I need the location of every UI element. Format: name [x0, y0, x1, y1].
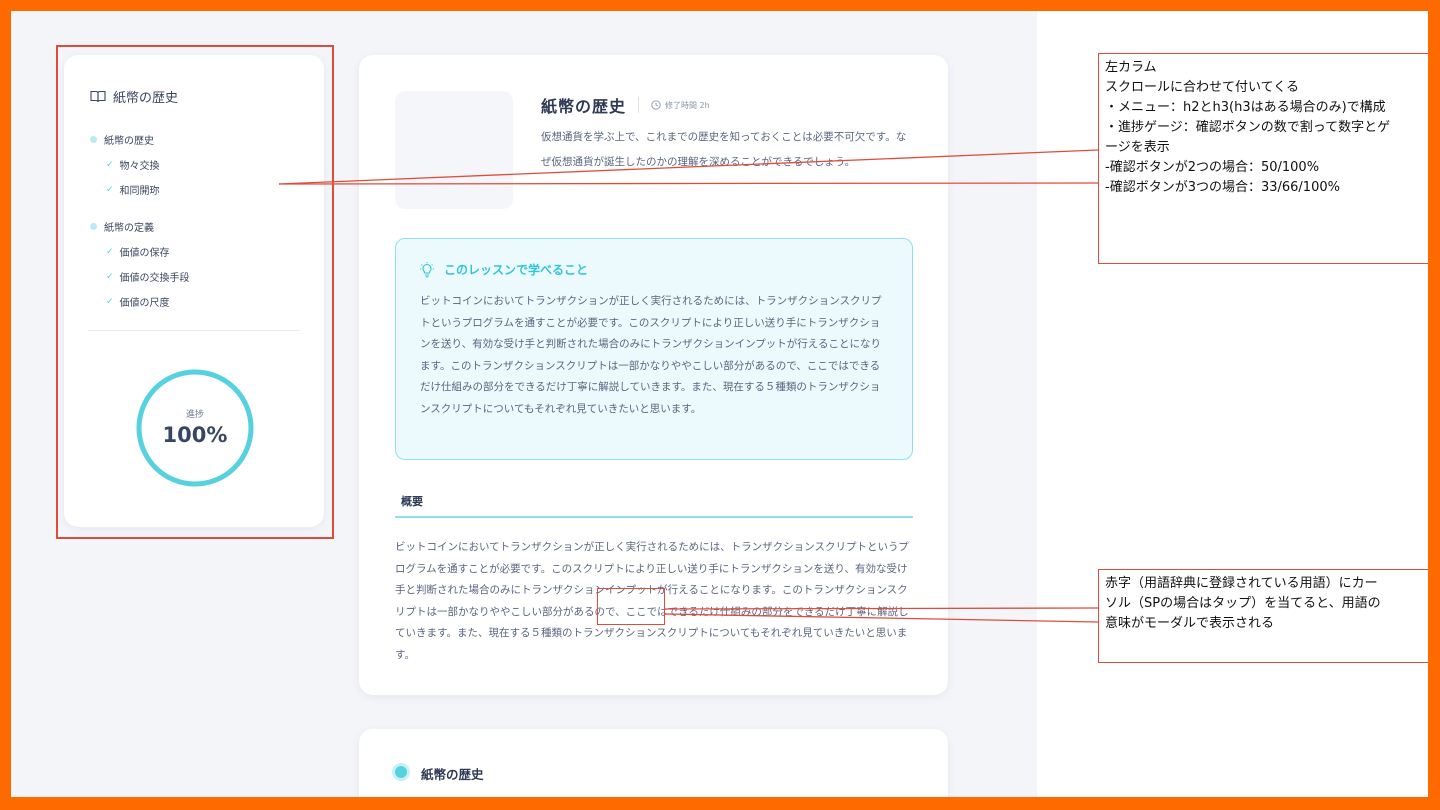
- next-section-card: 紙幣の歴史: [359, 729, 948, 797]
- overview-heading: 概要: [395, 485, 913, 518]
- page-area: 紙幣の歴史 紙幣の歴史 ✓ 物々交換 ✓ 和同開珎 紙幣の定義 ✓ 価値の保存 …: [11, 11, 1037, 797]
- annotation-line: スクロールに合わせて付いてくる: [1105, 80, 1299, 95]
- annotation-line: -確認ボタンが3つの場合：33/66/100%: [1105, 180, 1340, 195]
- learn-box-text: ビットコインにおいてトランザクションが正しく実行されるためには、トランザクション…: [420, 295, 882, 415]
- completion-time: 修了時間 2h: [665, 100, 710, 110]
- header-separator: [638, 97, 640, 113]
- lesson-description: 仮想通貨を学ぶ上で、これまでの歴史を知っておくことは必要不可欠です。なぜ仮想通貨…: [541, 131, 907, 168]
- lightbulb-icon: [420, 261, 434, 277]
- learn-box: このレッスンで学べること ビットコインにおいてトランザクションが正しく実行される…: [395, 238, 913, 460]
- annotation-line: 赤字（用語辞典に登録されている用語）にカー: [1105, 576, 1378, 591]
- lesson-title: 紙幣の歴史: [541, 97, 627, 116]
- screenshot-frame: 紙幣の歴史 紙幣の歴史 ✓ 物々交換 ✓ 和同開珎 紙幣の定義 ✓ 価値の保存 …: [11, 11, 1428, 797]
- next-section-title: 紙幣の歴史: [421, 767, 484, 782]
- annotation-line: ソル（SPの場合はタップ）を当てると、用語の: [1105, 596, 1381, 611]
- lesson-header: 紙幣の歴史 修了時間 2h: [541, 93, 710, 117]
- overview-heading-text: 概要: [401, 495, 423, 508]
- annotation-line: ージを表示: [1105, 140, 1170, 155]
- annotation-left-column: 左カラム スクロールに合わせて付いてくる ・メニュー：h2とh3(h3はある場合…: [1098, 53, 1428, 264]
- annotation-highlight-term: [597, 588, 665, 625]
- annotation-highlight-left-column: [56, 45, 334, 539]
- annotation-line: 左カラム: [1105, 60, 1157, 75]
- annotation-line: ・進捗ゲージ：確認ボタンの数で割って数字とゲ: [1105, 120, 1391, 135]
- annotation-line: 意味がモーダルで表示される: [1105, 616, 1275, 631]
- section-dot-icon: [395, 766, 407, 778]
- learn-box-header: このレッスンで学べること: [420, 261, 588, 278]
- lesson-thumbnail: [395, 91, 513, 209]
- annotation-line: -確認ボタンが2つの場合：50/100%: [1105, 160, 1320, 175]
- annotation-line: ・メニュー：h2とh3(h3はある場合のみ)で構成: [1105, 100, 1386, 115]
- clock-icon: [651, 100, 661, 110]
- annotation-glossary: 赤字（用語辞典に登録されている用語）にカー ソル（SPの場合はタップ）を当てると…: [1098, 569, 1428, 663]
- learn-box-title: このレッスンで学べること: [444, 263, 589, 277]
